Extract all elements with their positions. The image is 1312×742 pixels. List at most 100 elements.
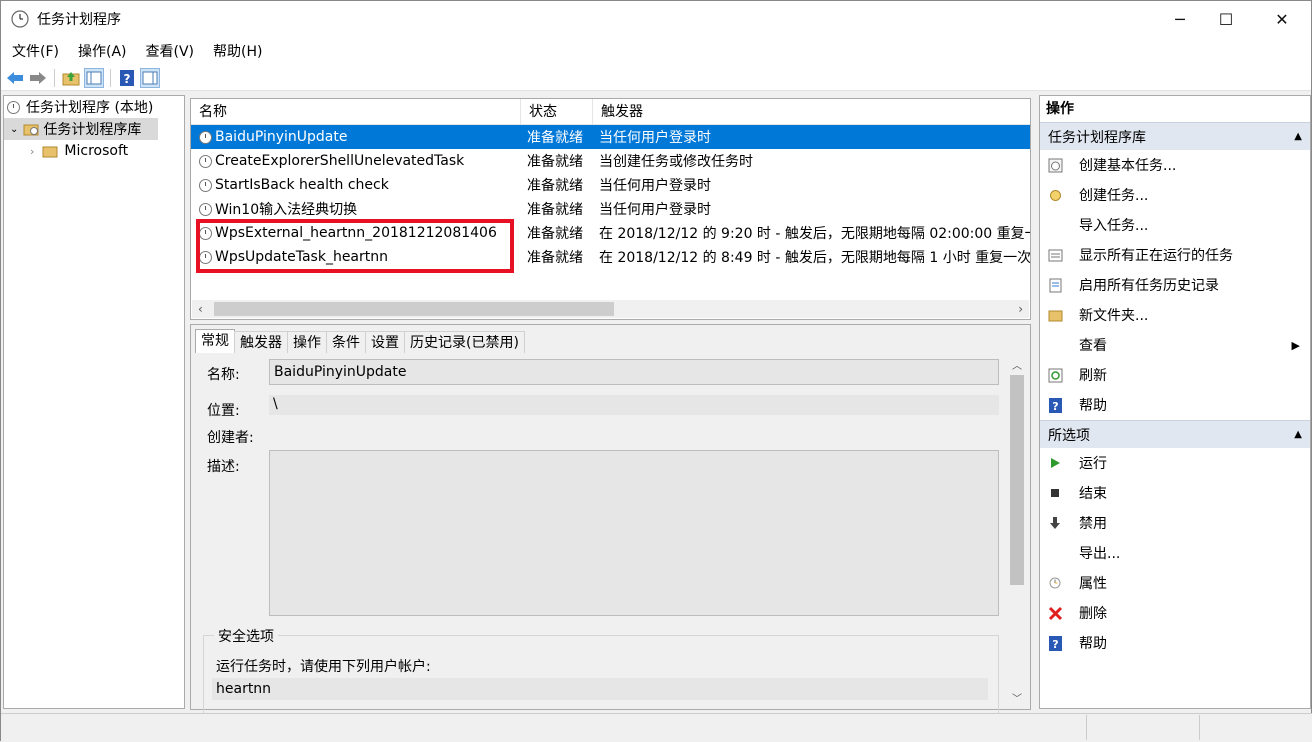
task-row[interactable]: CreateExplorerShellUnelevatedTask 准备就绪 当创建… <box>191 149 1030 173</box>
action-item-label: 刷新 <box>1079 368 1107 384</box>
title-bar: 任务计划程序 ─ ☐ ✕ <box>1 1 1311 37</box>
task-name: BaiduPinyinUpdate <box>215 129 348 145</box>
action-item[interactable]: 属性 <box>1040 568 1310 598</box>
action-item-label: 运行 <box>1079 456 1107 472</box>
tab-actions[interactable]: 操作 <box>287 331 327 353</box>
action-item[interactable]: 新文件夹... <box>1040 300 1310 330</box>
action-item[interactable]: 导入任务... <box>1040 210 1310 240</box>
task-list: 名称 状态 触发器 BaiduPinyinUpdate 准备就绪 当任何用户登录时 C… <box>190 98 1031 320</box>
action-item[interactable]: 导出... <box>1040 538 1310 568</box>
action-item[interactable]: 刷新 <box>1040 360 1310 390</box>
description-field[interactable] <box>269 450 999 616</box>
column-status[interactable]: 状态 <box>521 98 593 125</box>
vertical-scroll-thumb[interactable] <box>1010 375 1024 585</box>
up-folder-button[interactable] <box>61 68 81 88</box>
tree-microsoft-label: Microsoft <box>64 143 129 159</box>
scroll-up-icon[interactable]: ︿ <box>1012 357 1022 372</box>
tab-triggers[interactable]: 触发器 <box>234 331 288 353</box>
action-item-label: 新文件夹... <box>1079 308 1149 324</box>
submenu-arrow-icon: ▶ <box>1291 338 1300 352</box>
collapse-arrow-icon[interactable]: ▲ <box>1294 429 1302 440</box>
menu-bar: 文件(F) 操作(A) 查看(V) 帮助(H) <box>1 37 1311 65</box>
task-row[interactable]: Win10输入法经典切换 准备就绪 当任何用户登录时 <box>191 197 1030 221</box>
back-button[interactable] <box>5 68 25 88</box>
security-options-text: 运行任务时，请使用下列用户帐户: <box>216 659 431 675</box>
task-list-header: 名称 状态 触发器 <box>191 98 1030 125</box>
task-status: 准备就绪 <box>527 202 583 218</box>
disable-icon <box>1047 515 1063 531</box>
blank-icon <box>1047 337 1063 353</box>
show-hide-action-pane-button[interactable] <box>140 67 160 88</box>
help-icon: ? <box>1047 397 1063 413</box>
column-name[interactable]: 名称 <box>191 98 521 125</box>
tab-conditions[interactable]: 条件 <box>326 331 366 353</box>
location-field[interactable]: \ <box>269 395 999 415</box>
task-status: 准备就绪 <box>527 226 583 242</box>
tree-item-library[interactable]: ⌄ 任务计划程序库 <box>4 118 158 140</box>
back-arrow-icon <box>7 71 23 84</box>
action-item[interactable]: 结束 <box>1040 478 1310 508</box>
help-icon: ? <box>1047 635 1063 651</box>
clock-icon <box>199 130 212 144</box>
scroll-right-icon[interactable]: › <box>1018 302 1023 316</box>
menu-view[interactable]: 查看(V) <box>138 41 203 61</box>
clock-icon <box>199 202 212 216</box>
name-field[interactable]: BaiduPinyinUpdate <box>269 359 999 385</box>
action-item[interactable]: ? 帮助 <box>1040 390 1310 420</box>
end-icon <box>1047 485 1063 501</box>
task-row[interactable]: StartIsBack health check 准备就绪 当任何用户登录时 <box>191 173 1030 197</box>
action-item-label: 帮助 <box>1079 636 1107 652</box>
action-item[interactable]: 启用所有任务历史记录 <box>1040 270 1310 300</box>
column-trigger[interactable]: 触发器 <box>593 99 1030 125</box>
svg-text:?: ? <box>1052 638 1058 651</box>
status-divider <box>1199 715 1200 740</box>
tree-item-microsoft[interactable]: › Microsoft <box>4 140 184 162</box>
task-row[interactable]: BaiduPinyinUpdate 准备就绪 当任何用户登录时 <box>191 125 1030 149</box>
action-item[interactable]: 运行 <box>1040 448 1310 478</box>
section-selected-item[interactable]: 所选项 ▲ <box>1040 420 1310 448</box>
create-task-icon <box>1047 187 1063 203</box>
section-library[interactable]: 任务计划程序库 ▲ <box>1040 122 1310 150</box>
blank-icon <box>1047 217 1063 233</box>
show-hide-console-tree-button[interactable] <box>84 67 104 88</box>
action-item[interactable]: ? 帮助 <box>1040 628 1310 658</box>
action-pane-icon <box>142 71 158 84</box>
horizontal-scroll-thumb[interactable] <box>214 302 614 316</box>
action-item[interactable]: 查看 ▶ <box>1040 330 1310 360</box>
svg-text:?: ? <box>124 72 131 86</box>
task-trigger: 当任何用户登录时 <box>599 178 711 194</box>
menu-file[interactable]: 文件(F) <box>4 41 67 61</box>
action-item[interactable]: 创建基本任务... <box>1040 150 1310 180</box>
collapse-arrow-icon[interactable]: ▲ <box>1294 131 1302 142</box>
close-button[interactable]: ✕ <box>1259 1 1305 37</box>
action-item[interactable]: 禁用 <box>1040 508 1310 538</box>
collapse-chevron-icon: › <box>30 144 35 158</box>
tab-settings[interactable]: 设置 <box>365 331 405 353</box>
menu-help[interactable]: 帮助(H) <box>205 41 270 61</box>
action-item[interactable]: 显示所有正在运行的任务 <box>1040 240 1310 270</box>
maximize-button[interactable]: ☐ <box>1203 1 1249 37</box>
action-item-label: 导出... <box>1079 546 1121 562</box>
library-folder-icon <box>23 124 39 136</box>
action-item-label: 导入任务... <box>1079 218 1149 234</box>
task-trigger: 在 2018/12/12 的 8:49 时 - 触发后，无限期地每隔 1 小时 … <box>599 250 1030 266</box>
blank-icon <box>1047 545 1063 561</box>
run-icon <box>1047 455 1063 471</box>
action-item[interactable]: 删除 <box>1040 598 1310 628</box>
clock-icon <box>199 154 212 168</box>
tab-history[interactable]: 历史记录(已禁用) <box>404 331 525 353</box>
help-toolbar-button[interactable]: ? <box>117 68 137 88</box>
general-tab-panel: 名称: BaiduPinyinUpdate 位置: \ 创建者: 描述: 安全选… <box>195 353 1015 715</box>
forward-button[interactable] <box>28 68 48 88</box>
console-tree-icon <box>86 71 102 84</box>
menu-action[interactable]: 操作(A) <box>70 41 135 61</box>
detail-vertical-scrollbar[interactable]: ︿ ﹀ <box>1008 357 1026 705</box>
help-icon: ? <box>120 69 134 86</box>
scroll-down-icon[interactable]: ﹀ <box>1012 690 1022 705</box>
tree-root[interactable]: 任务计划程序 (本地) <box>4 96 184 118</box>
scroll-left-icon[interactable]: ‹ <box>198 302 203 316</box>
minimize-button[interactable]: ─ <box>1157 1 1203 37</box>
action-item[interactable]: 创建任务... <box>1040 180 1310 210</box>
list-horizontal-scrollbar[interactable]: ‹ › <box>192 300 1029 318</box>
tab-general[interactable]: 常规 <box>195 329 235 353</box>
